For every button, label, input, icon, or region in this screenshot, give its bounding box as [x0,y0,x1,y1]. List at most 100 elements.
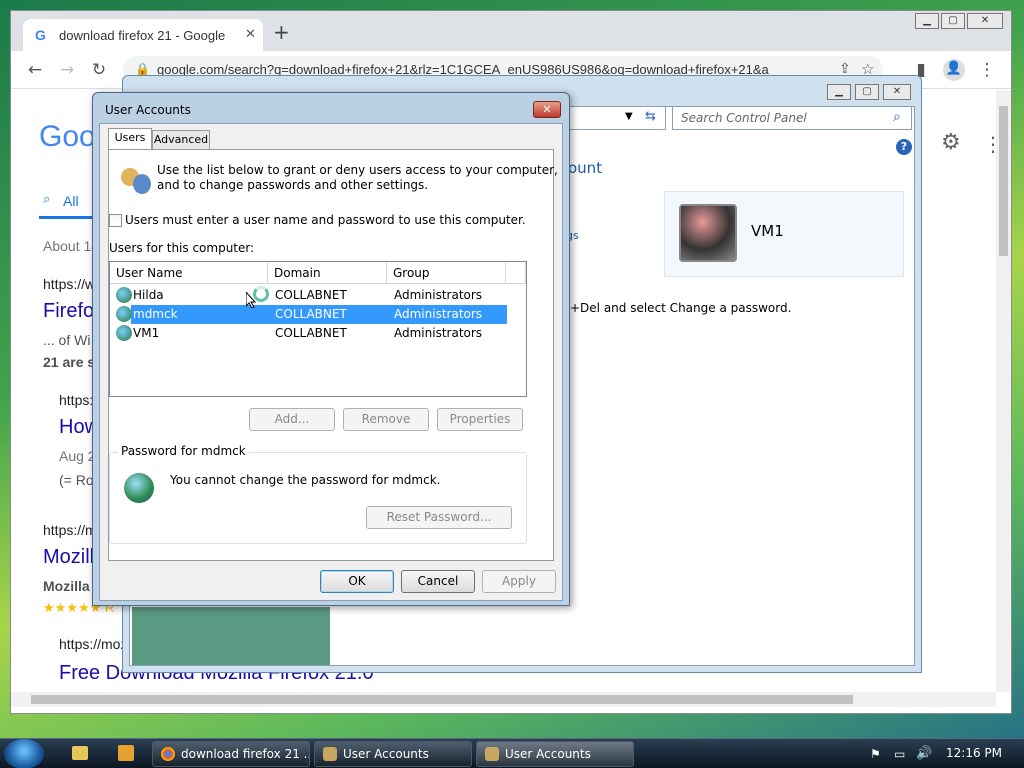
scrollbar-thumb[interactable] [999,106,1008,256]
user-domain: COLLABNET [275,326,347,340]
vm-account-tile[interactable]: VM1 [664,191,904,277]
cp-search-box[interactable]: Search Control Panel ⌕ [672,106,912,130]
busy-spinner-icon [253,286,269,302]
clock[interactable]: 12:16 PM [944,746,1004,762]
google-favicon-icon: G [35,27,46,43]
result-url[interactable]: https://moz [59,636,127,652]
cp-address-bar[interactable]: ▼ ⇆ [560,106,666,130]
refresh-icon[interactable]: ⇆ [645,109,656,124]
taskbar-item-chrome[interactable]: download firefox 21 ... [152,741,310,767]
column-header-username[interactable]: User Name [110,262,268,284]
media-quicklaunch-icon[interactable] [118,745,134,761]
remove-user-button[interactable]: Remove [343,408,429,431]
cp-minimize-button[interactable]: ▁ [827,84,851,100]
result-snippet: Aug 2 [59,448,96,464]
tab-close-icon[interactable]: ✕ [245,27,261,43]
display-tray-icon[interactable]: ▭ [894,747,905,761]
apply-button[interactable]: Apply [482,570,556,593]
cp-close-button[interactable]: ✕ [883,84,911,100]
user-accounts-dialog: User Accounts ✕ Users Advanced Use the l… [92,92,570,606]
column-header-filler [506,262,526,284]
tab-users[interactable]: Users [108,128,152,150]
user-group: Administrators [394,326,483,340]
cancel-button[interactable]: Cancel [401,570,475,593]
users-group-icon [121,164,153,196]
user-row-hilda[interactable]: Hilda COLLABNET Administrators [111,286,507,305]
browser-vertical-scrollbar[interactable] [996,90,1011,692]
result-url[interactable]: https://m [43,522,97,538]
search-icon[interactable]: ⌕ [893,109,901,125]
explorer-quicklaunch-icon[interactable] [72,746,88,760]
new-tab-button[interactable]: + [273,22,293,43]
taskbar-item-user-accounts-2[interactable]: User Accounts [476,741,634,767]
browser-tab-title: download firefox 21 - Google Se [59,28,229,43]
apps-menu-icon[interactable]: ⋮ [983,132,996,156]
user-name: mdmck [133,307,178,321]
settings-gear-icon[interactable]: ⚙ [941,130,961,155]
result-snippet: (= Ro [59,472,94,488]
profile-avatar-icon[interactable]: 👤 [943,59,965,81]
browser-horizontal-scrollbar[interactable] [11,692,996,707]
lock-icon: 🔒 [135,62,150,76]
result-snippet: 21 are s [43,354,96,370]
all-results-tab[interactable]: All [63,193,79,209]
dialog-close-button[interactable]: ✕ [533,101,561,118]
cp-task-link[interactable]: ount [568,159,602,177]
browser-tab-bar: G download firefox 21 - Google Se ✕ + ▁ … [11,11,1011,51]
result-url[interactable]: https://w [43,276,95,292]
password-user-icon [124,473,154,503]
result-title[interactable]: Firefo [43,300,94,323]
column-header-domain[interactable]: Domain [268,262,387,284]
dialog-title: User Accounts [105,103,191,117]
scrollbar-thumb[interactable] [31,695,853,704]
start-button[interactable] [4,739,44,768]
result-snippet: Mozilla [43,578,90,594]
tab-advanced[interactable]: Advanced [152,130,210,150]
reload-icon[interactable]: ↻ [89,60,109,80]
taskbar: download firefox 21 ... User Accounts Us… [0,738,1024,768]
google-logo[interactable]: Goo [39,120,96,154]
volume-icon[interactable]: 🔊 [916,746,932,761]
all-tab-underline [39,216,99,219]
browser-menu-icon[interactable]: ⋮ [977,60,997,80]
add-user-button[interactable]: Add... [249,408,335,431]
taskbar-item-user-accounts-1[interactable]: User Accounts [314,741,472,767]
user-icon [116,306,132,322]
cp-maximize-button[interactable]: ▢ [855,84,879,100]
back-icon[interactable]: ← [25,60,45,80]
column-header-group[interactable]: Group [387,262,506,284]
help-icon[interactable]: ? [896,139,912,155]
users-list-label: Users for this computer: [109,241,255,255]
cp-search-placeholder: Search Control Panel [681,111,807,125]
user-row-mdmck[interactable]: mdmck COLLABNET Administrators [111,305,507,324]
user-group: Administrators [394,288,483,302]
user-domain: COLLABNET [275,288,347,302]
forward-icon[interactable]: → [57,60,77,80]
user-icon [116,287,132,303]
user-icon [116,325,132,341]
address-dropdown-icon[interactable]: ▼ [625,111,633,122]
users-list[interactable]: User Name Domain Group Hilda COLLABNET A… [109,261,527,397]
ok-button[interactable]: OK [320,570,394,593]
user-group: Administrators [394,307,483,321]
user-row-vm1[interactable]: VM1 COLLABNET Administrators [111,324,507,343]
browser-maximize-button[interactable]: ▢ [941,13,965,29]
dialog-body: Users Advanced Use the list below to gra… [99,123,563,601]
properties-button[interactable]: Properties [437,408,523,431]
vm-account-picture [679,204,737,262]
search-icon: ⌕ [43,192,51,207]
result-url[interactable]: https: [59,392,93,408]
password-group-label: Password for mdmck [118,444,249,458]
browser-tab[interactable]: G download firefox 21 - Google Se ✕ [23,19,263,51]
users-tab-panel: Use the list below to grant or deny user… [108,149,558,561]
password-group-box: Password for mdmck You cannot change the… [109,444,527,544]
browser-minimize-button[interactable]: ▁ [915,13,939,29]
browser-close-button[interactable]: ✕ [967,13,1003,29]
results-count: About 14 [43,238,100,254]
intro-text-line2: and to change passwords and other settin… [157,178,429,192]
result-title[interactable]: Mozill [43,546,94,569]
network-warning-icon[interactable]: ⚑ [870,747,881,761]
require-password-checkbox[interactable] [109,214,122,227]
reset-password-button[interactable]: Reset Password... [366,506,512,529]
cp-side-pane [132,607,330,665]
